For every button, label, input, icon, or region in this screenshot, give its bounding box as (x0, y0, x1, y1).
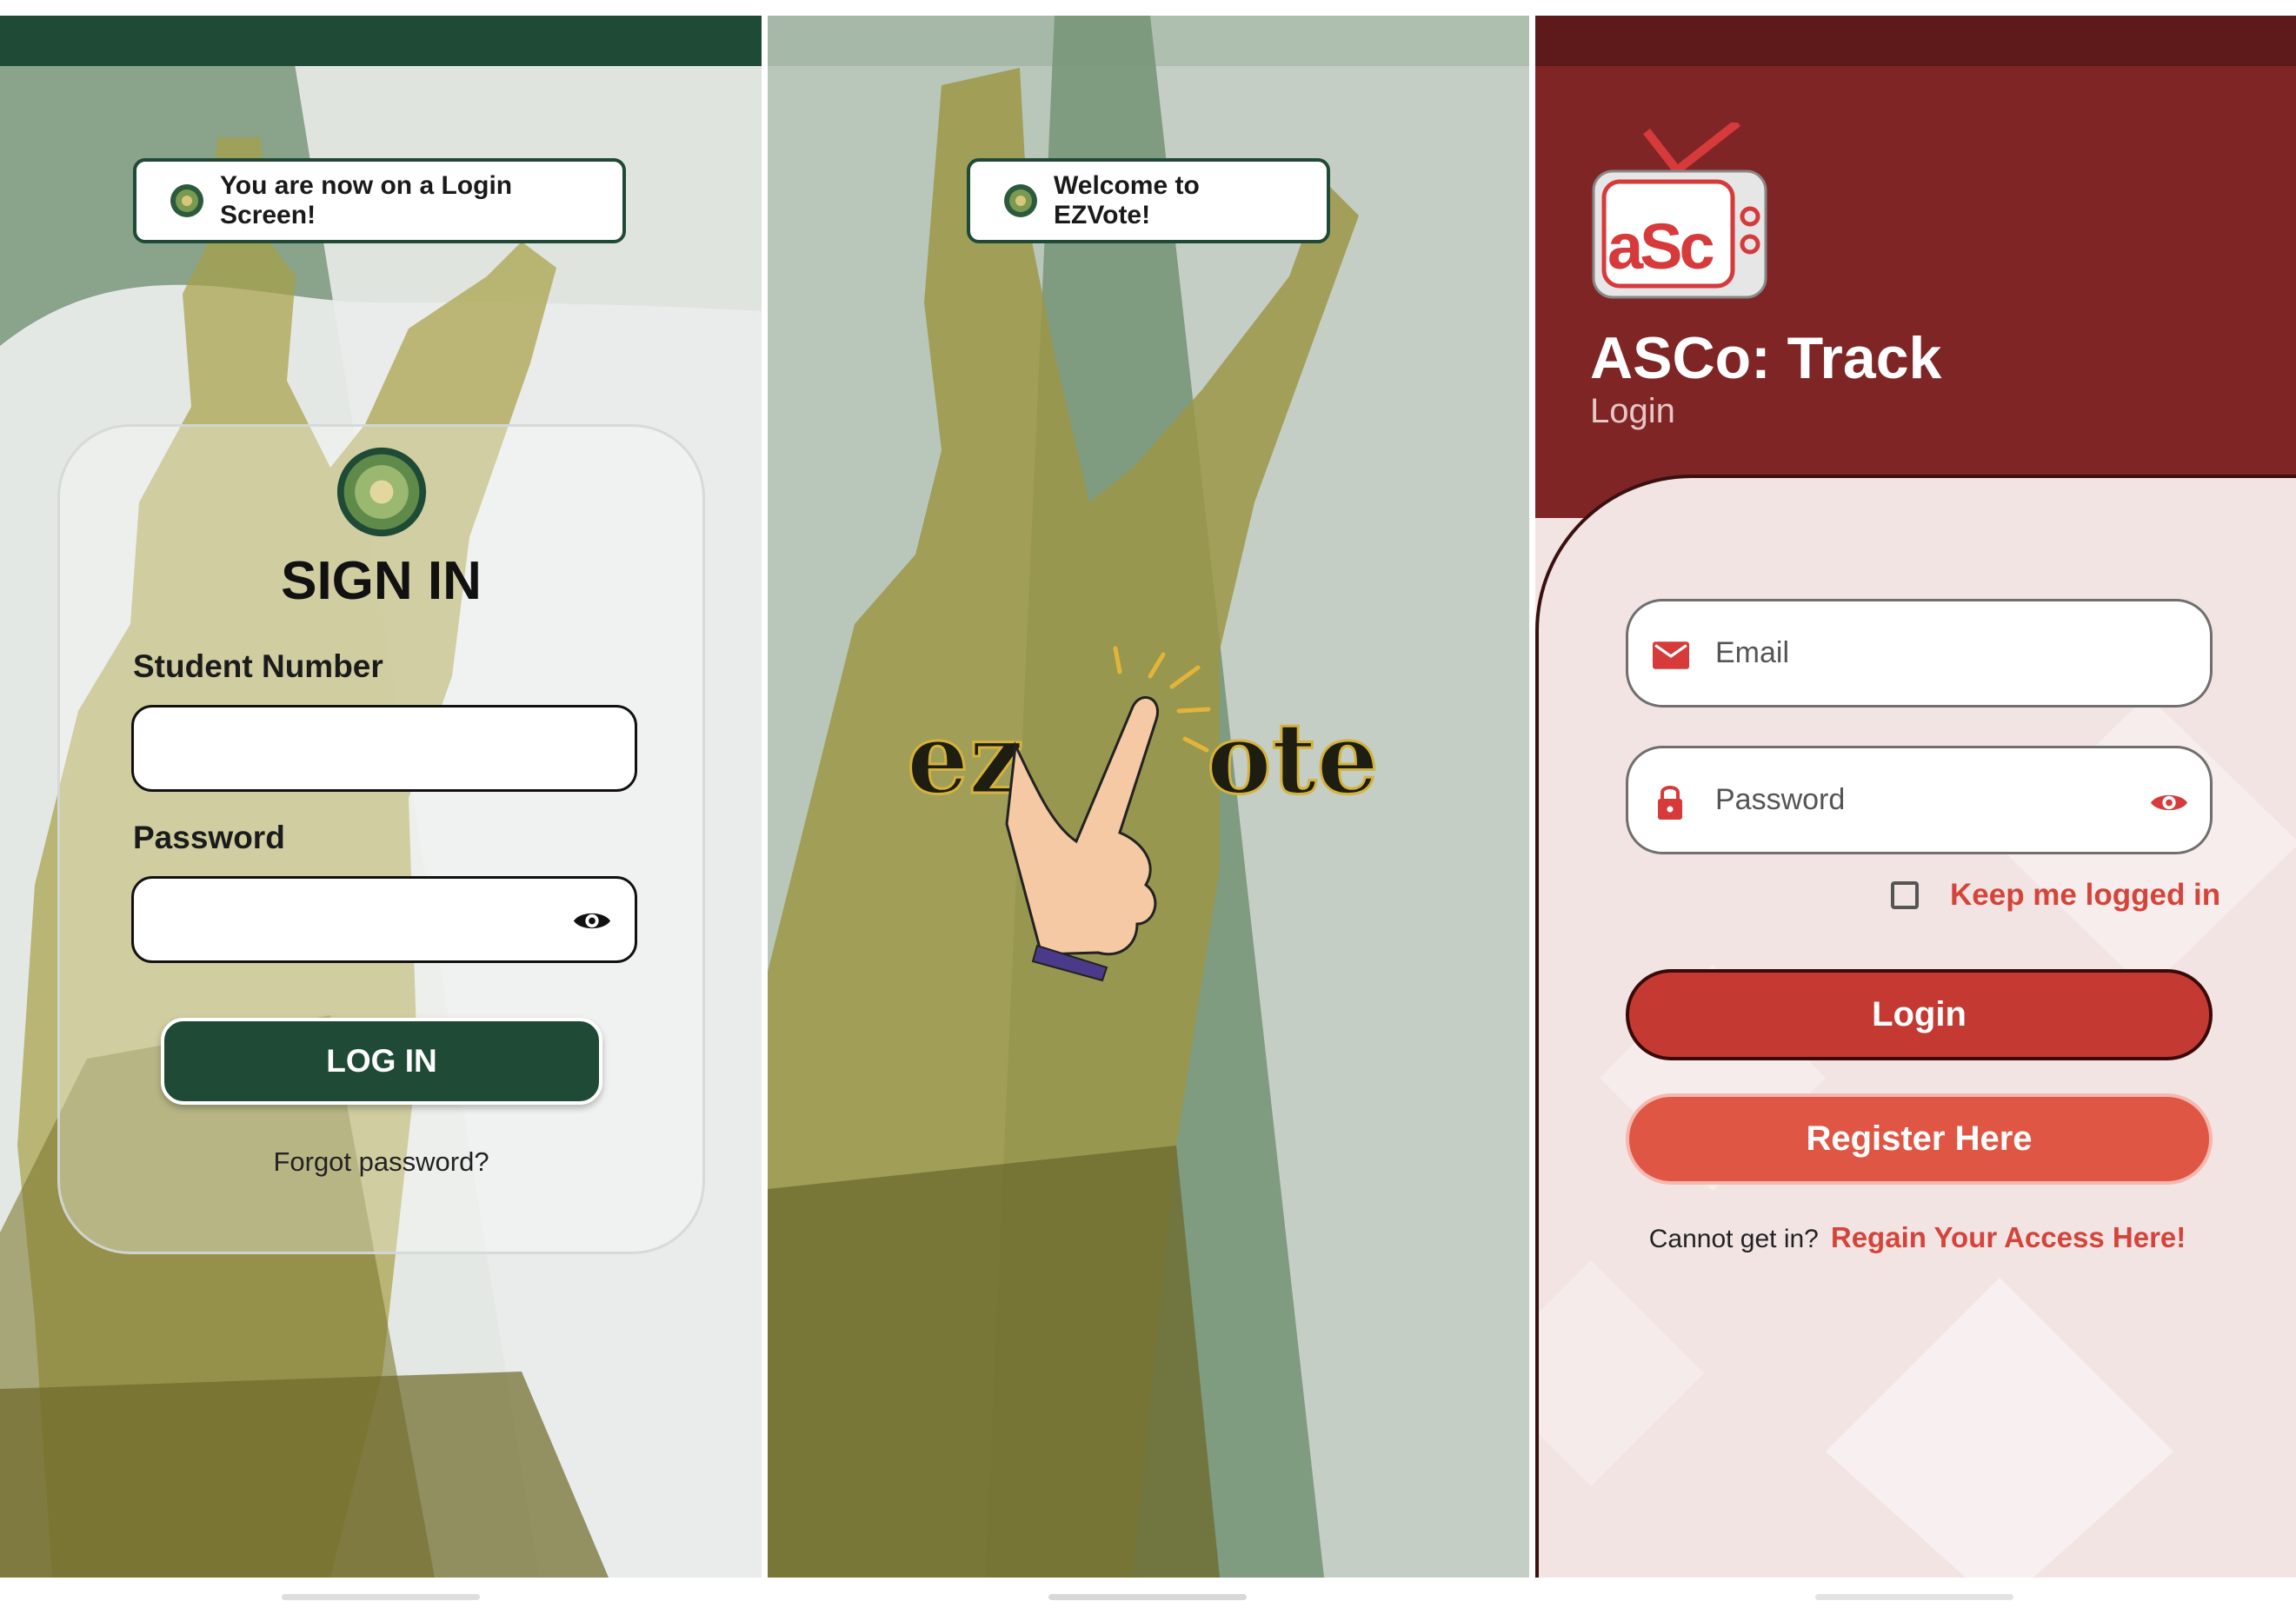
ezvote-logo: ez ote (906, 589, 1428, 989)
lock-icon (1658, 786, 1682, 820)
ezvote-splash-screen: Welcome to EZVote! ez ote (768, 16, 1529, 1578)
cannot-get-in-text: Cannot get in? (1648, 1225, 1819, 1253)
email-field[interactable]: Email (1626, 599, 2213, 708)
status-bar (768, 16, 1529, 66)
pointing-hand-icon (1005, 646, 1211, 982)
home-indicator[interactable] (1815, 1594, 2013, 1600)
seal-icon (170, 184, 203, 217)
login-card: SIGN IN Student Number Password LOG IN F… (57, 424, 705, 1254)
header: aSc ASCo: Track Login (1535, 66, 2296, 518)
student-number-input[interactable] (131, 705, 637, 792)
email-placeholder: Email (1715, 636, 1790, 669)
asco-login-screen: aSc ASCo: Track Login Email Password Kee… (1535, 16, 2296, 1578)
keep-logged-in-row[interactable]: Keep me logged in (1891, 878, 2220, 913)
password-label: Password (133, 820, 285, 855)
toast-text: You are now on a Login Screen! (220, 171, 513, 229)
keep-logged-in-checkbox[interactable] (1891, 881, 1919, 909)
student-number-label: Student Number (133, 648, 383, 684)
status-bar (1535, 16, 2296, 66)
checkmark-icon (1643, 123, 1741, 177)
keep-logged-in-label[interactable]: Keep me logged in (1950, 878, 2220, 913)
sign-in-title: SIGN IN (281, 551, 482, 611)
toast-message: Welcome to EZVote! (967, 158, 1330, 243)
password-input[interactable] (131, 876, 637, 963)
password-field[interactable]: Password (1626, 746, 2213, 854)
login-button[interactable]: Login (1626, 969, 2213, 1060)
app-title: ASCo: Track (1590, 325, 1942, 391)
eye-icon[interactable] (2149, 790, 2189, 815)
forgot-password-link[interactable]: Forgot password? (60, 1146, 702, 1178)
toast-message: You are now on a Login Screen! (133, 158, 626, 243)
password-placeholder: Password (1715, 783, 1846, 816)
regain-access-row: Cannot get in? Regain Your Access Here! (1539, 1221, 2296, 1254)
screen-subtitle: Login (1590, 392, 1675, 430)
regain-access-link[interactable]: Regain Your Access Here! (1831, 1221, 2186, 1253)
log-in-button[interactable]: LOG IN (161, 1018, 602, 1105)
seal-icon (1004, 184, 1037, 217)
logo-text: aSc (1607, 210, 1715, 282)
toast-text: Welcome to EZVote! (1054, 171, 1200, 229)
eye-icon[interactable] (572, 908, 612, 933)
home-indicator[interactable] (1048, 1594, 1247, 1600)
home-indicator[interactable] (282, 1594, 480, 1600)
register-button[interactable]: Register Here (1626, 1093, 2213, 1185)
seal-icon (336, 447, 427, 537)
login-panel: Email Password Keep me logged in Login R… (1535, 475, 2296, 1578)
ezvote-login-screen: You are now on a Login Screen! SIGN IN S… (0, 16, 762, 1578)
email-icon (1653, 641, 1689, 669)
status-bar (0, 16, 762, 66)
